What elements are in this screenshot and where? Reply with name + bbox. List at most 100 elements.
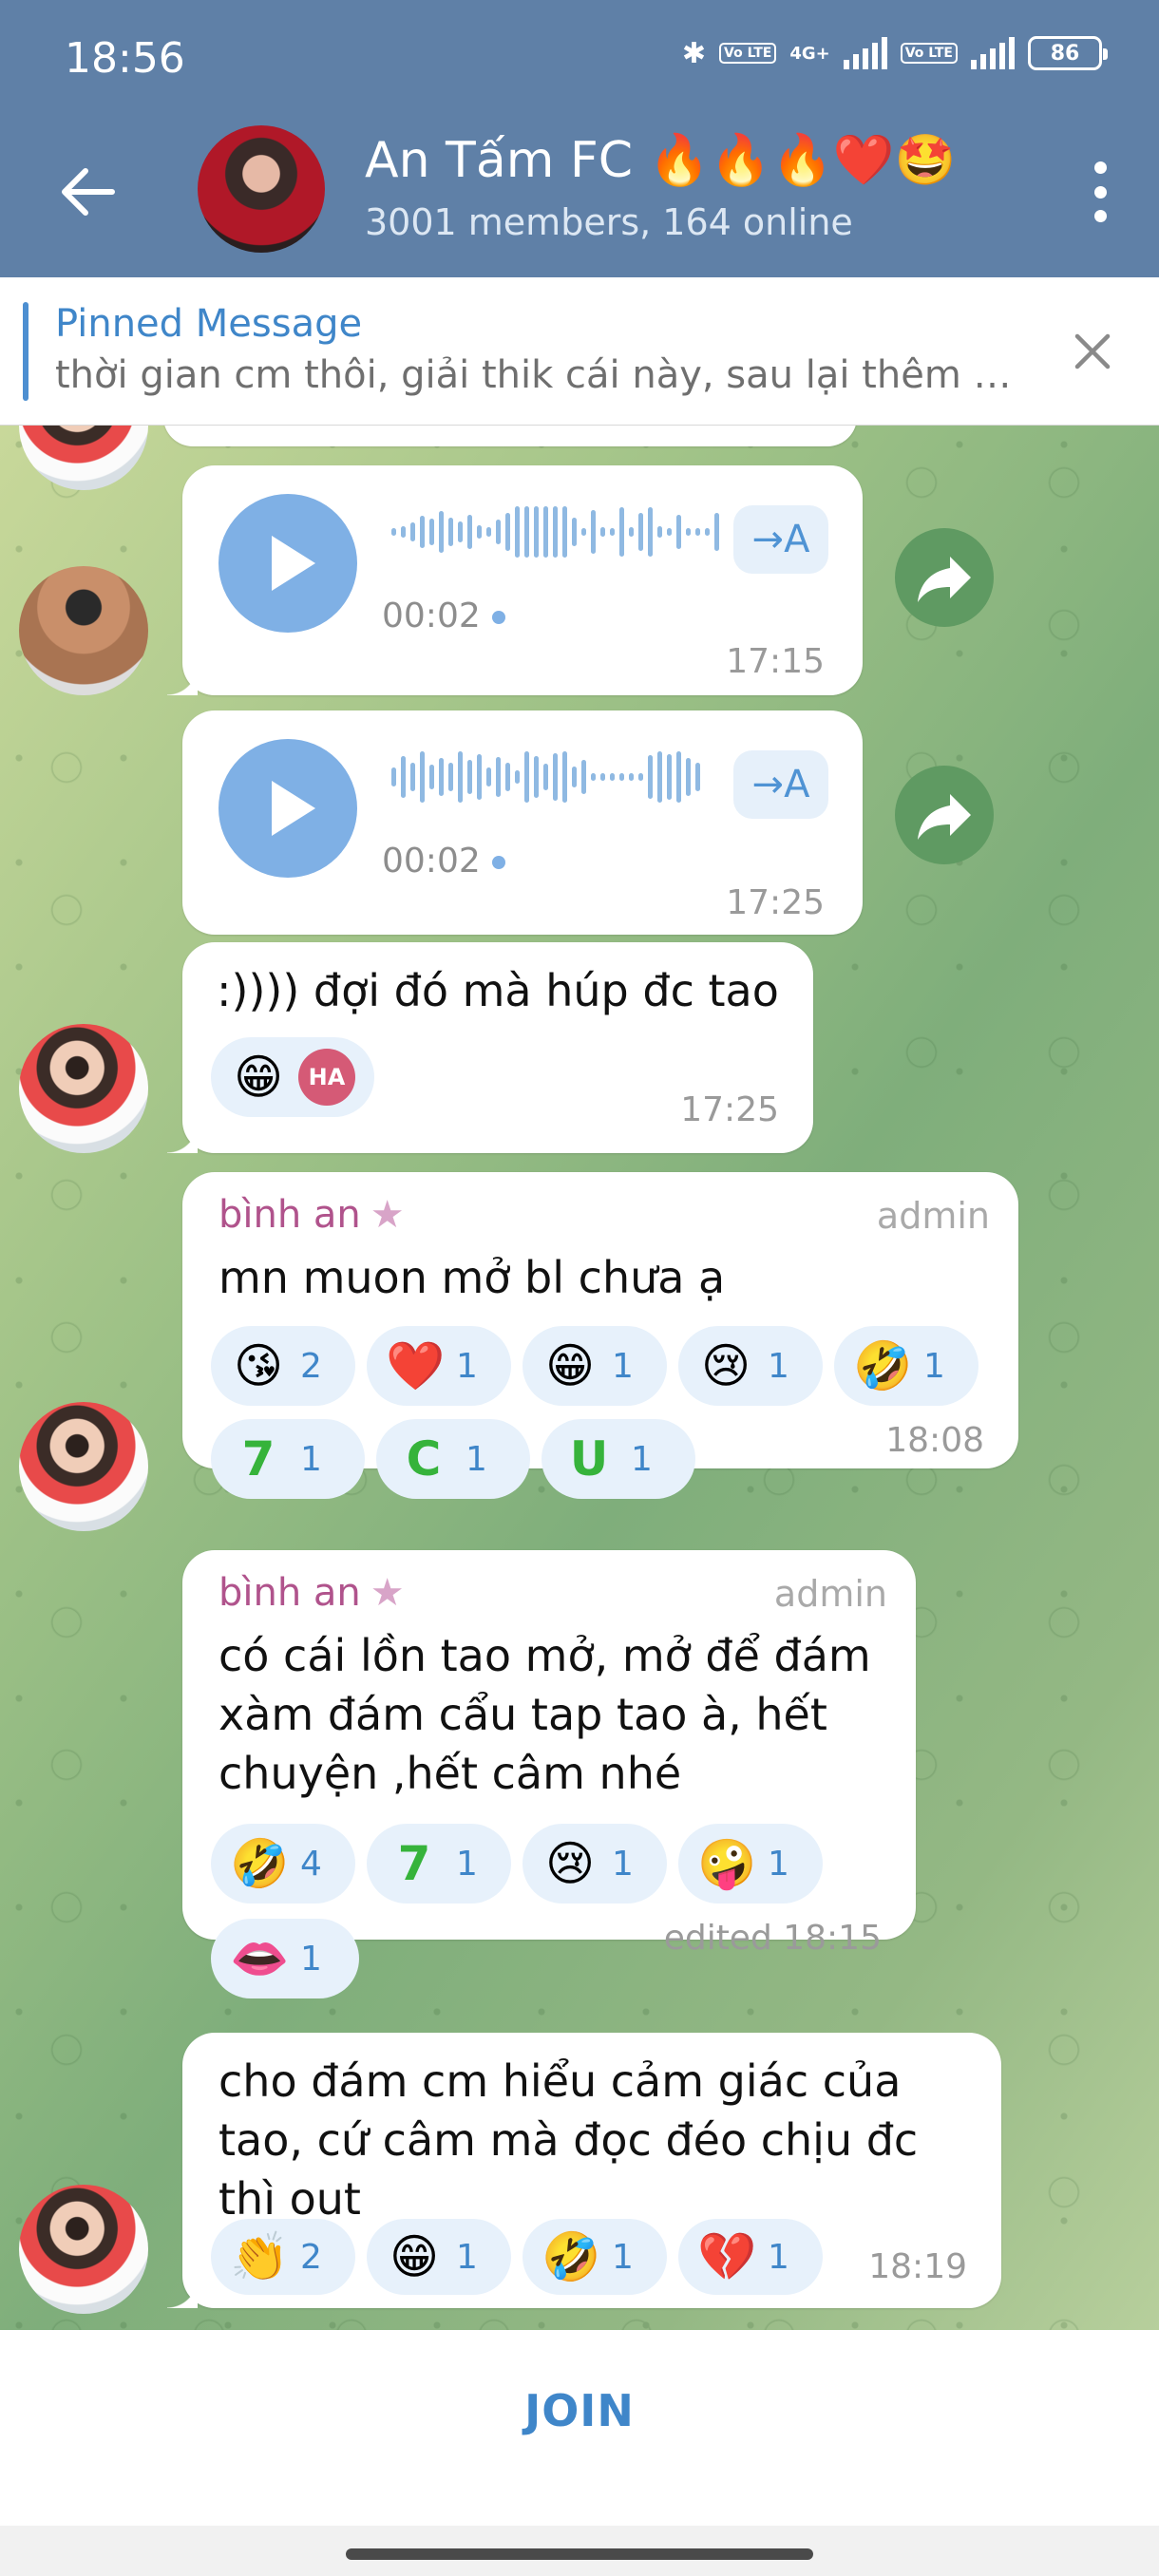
join-button[interactable]: JOIN [0, 2330, 1159, 2491]
avatar[interactable] [19, 2185, 148, 2314]
reaction-chip[interactable]: 🤣 1 [834, 1326, 978, 1406]
forward-icon[interactable] [895, 766, 994, 864]
forward-arrow-icon [918, 794, 971, 840]
reaction-count: 1 [768, 1844, 789, 1884]
reaction-chip[interactable]: 😁 1 [522, 1326, 667, 1406]
reaction-chip[interactable]: 71 [367, 1824, 511, 1904]
reaction-count: 1 [456, 1346, 478, 1386]
reaction-count: 1 [300, 1439, 322, 1479]
signal-icon-2 [971, 37, 1015, 69]
reaction-chip[interactable]: 💔 1 [678, 2219, 823, 2295]
home-indicator[interactable] [346, 2548, 813, 2560]
message-bubble[interactable]: cho đám cm hiểu cảm giác của tao, cứ câm… [167, 2033, 1001, 2308]
pinned-title: Pinned Message [55, 302, 363, 346]
status-icons: ✱ Vo LTE 4G+ Vo LTE 86 [682, 36, 1108, 70]
reaction-chip[interactable]: C1 [376, 1419, 530, 1499]
voice-message[interactable]: →A 00:02 17:25 [182, 710, 863, 935]
reaction-emoji: 😁 [544, 1338, 596, 1393]
reaction-count: 1 [768, 1346, 789, 1386]
voice-duration-text: 00:02 [382, 842, 481, 881]
message-bubble[interactable]: :)))) đợi đó mà húp đc tao 😁 HA 17:25 [167, 942, 813, 1153]
reaction-chip[interactable]: 😢 1 [522, 1824, 667, 1904]
forward-arrow-icon [918, 557, 971, 602]
message-time: edited 18:15 [663, 1919, 882, 1958]
reaction-count: 1 [768, 2237, 789, 2277]
join-bar: JOIN [0, 2330, 1159, 2576]
transcribe-button[interactable]: →A [733, 750, 828, 819]
reaction-emoji: 💔 [697, 2229, 757, 2284]
reaction-count: 1 [456, 2237, 478, 2277]
reaction-count: 2 [300, 2237, 322, 2277]
star-icon: ★ [370, 1571, 405, 1615]
reaction-count: 4 [300, 1844, 322, 1884]
reaction-emoji: 7 [397, 1836, 431, 1891]
reaction-chip[interactable]: 👄 1 [211, 1919, 359, 1998]
unplayed-dot [491, 611, 505, 624]
reaction-emoji: 👄 [230, 1931, 290, 1986]
reaction-chip[interactable]: 🤣 1 [522, 2219, 667, 2295]
previous-message-bubble[interactable] [163, 426, 857, 446]
reaction-emoji: 7 [241, 1431, 276, 1487]
message-bubble[interactable]: bình an ★ admin mn muon mở bl chưa ạ 😘 2 ❤… [182, 1172, 1018, 1499]
pinned-text: thời gian cm thôi, giải thik cái này, sa… [55, 353, 1024, 397]
avatar[interactable] [19, 1402, 148, 1531]
reaction-user-avatar: HA [298, 1049, 355, 1106]
sender-name[interactable]: bình an ★ [218, 1571, 405, 1615]
status-bar: 18:56 ✱ Vo LTE 4G+ Vo LTE 86 [0, 0, 1159, 123]
reaction-chip[interactable]: 😘 2 [211, 1326, 355, 1406]
network-type: 4G+ [789, 43, 830, 64]
reaction-chip[interactable]: 😢 1 [678, 1326, 823, 1406]
message-text-line: có cái lồn tao mở, mở để đám [218, 1630, 871, 1681]
avatar[interactable] [19, 566, 148, 695]
close-icon[interactable] [1064, 323, 1121, 380]
reaction-count: 1 [612, 1346, 634, 1386]
unplayed-dot [491, 856, 505, 869]
reaction-chip[interactable]: 🤪 1 [678, 1824, 823, 1904]
reaction-count: 1 [923, 1346, 945, 1386]
avatar[interactable] [19, 1024, 148, 1153]
reaction-emoji: 🤪 [697, 1836, 757, 1891]
reaction-emoji: 😢 [544, 1836, 596, 1891]
reaction-count: 1 [612, 1844, 634, 1884]
voice-message[interactable]: →A 00:02 17:15 [167, 465, 863, 695]
pinned-message-bar[interactable]: Pinned Message thời gian cm thôi, giải t… [0, 277, 1159, 426]
transcribe-button[interactable]: →A [733, 505, 828, 574]
message-time: 17:25 [680, 1090, 779, 1129]
voice-duration-text: 00:02 [382, 597, 481, 635]
signal-icon [843, 37, 887, 69]
waveform[interactable] [391, 747, 700, 807]
reaction-emoji: 😁 [233, 1050, 284, 1105]
back-arrow-icon[interactable] [57, 161, 118, 222]
message-text: mn muon mở bl chưa ạ [218, 1252, 726, 1303]
play-icon[interactable] [218, 494, 357, 633]
group-title[interactable]: An Tấm FC 🔥🔥🔥❤️🤩 [365, 131, 956, 189]
message-time: 18:08 [885, 1421, 984, 1460]
message-bubble[interactable]: bình an ★ admin có cái lồn tao mở, mở để … [182, 1550, 916, 1958]
message-text-line: cho đám cm hiểu cảm giác của [218, 2055, 902, 2107]
sender-name-text: bình an [218, 1571, 361, 1615]
reaction-chip[interactable]: 😁 1 [367, 2219, 511, 2295]
reaction-emoji: C [406, 1431, 442, 1487]
sender-name[interactable]: bình an ★ [218, 1193, 405, 1237]
sender-name-text: bình an [218, 1193, 361, 1237]
reaction-chip[interactable]: U1 [542, 1419, 695, 1499]
voice-duration: 00:02 [382, 597, 505, 635]
message-time: 17:15 [726, 642, 825, 681]
more-menu-icon[interactable] [1083, 161, 1117, 222]
play-icon[interactable] [218, 739, 357, 878]
reaction-emoji: 😘 [233, 1338, 284, 1393]
forward-icon[interactable] [895, 528, 994, 627]
reaction-chip[interactable]: 😁 HA [211, 1037, 374, 1117]
reaction-chip[interactable]: 71 [211, 1419, 365, 1499]
reaction-chip[interactable]: 👏 2 [211, 2219, 355, 2295]
waveform[interactable] [391, 502, 719, 562]
reaction-chip[interactable]: ❤️ 1 [367, 1326, 511, 1406]
group-avatar[interactable] [198, 125, 325, 253]
reaction-emoji: U [569, 1431, 609, 1487]
reaction-chip[interactable]: 🤣 4 [211, 1824, 355, 1904]
pinned-indicator [23, 302, 28, 401]
reaction-emoji: 🤣 [230, 1836, 290, 1891]
reaction-count: 1 [466, 1439, 487, 1479]
chat-area[interactable]: →A 00:02 17:15 →A 00:02 17:25 :)))) đợi … [0, 426, 1159, 2330]
admin-tag: admin [773, 1573, 887, 1615]
